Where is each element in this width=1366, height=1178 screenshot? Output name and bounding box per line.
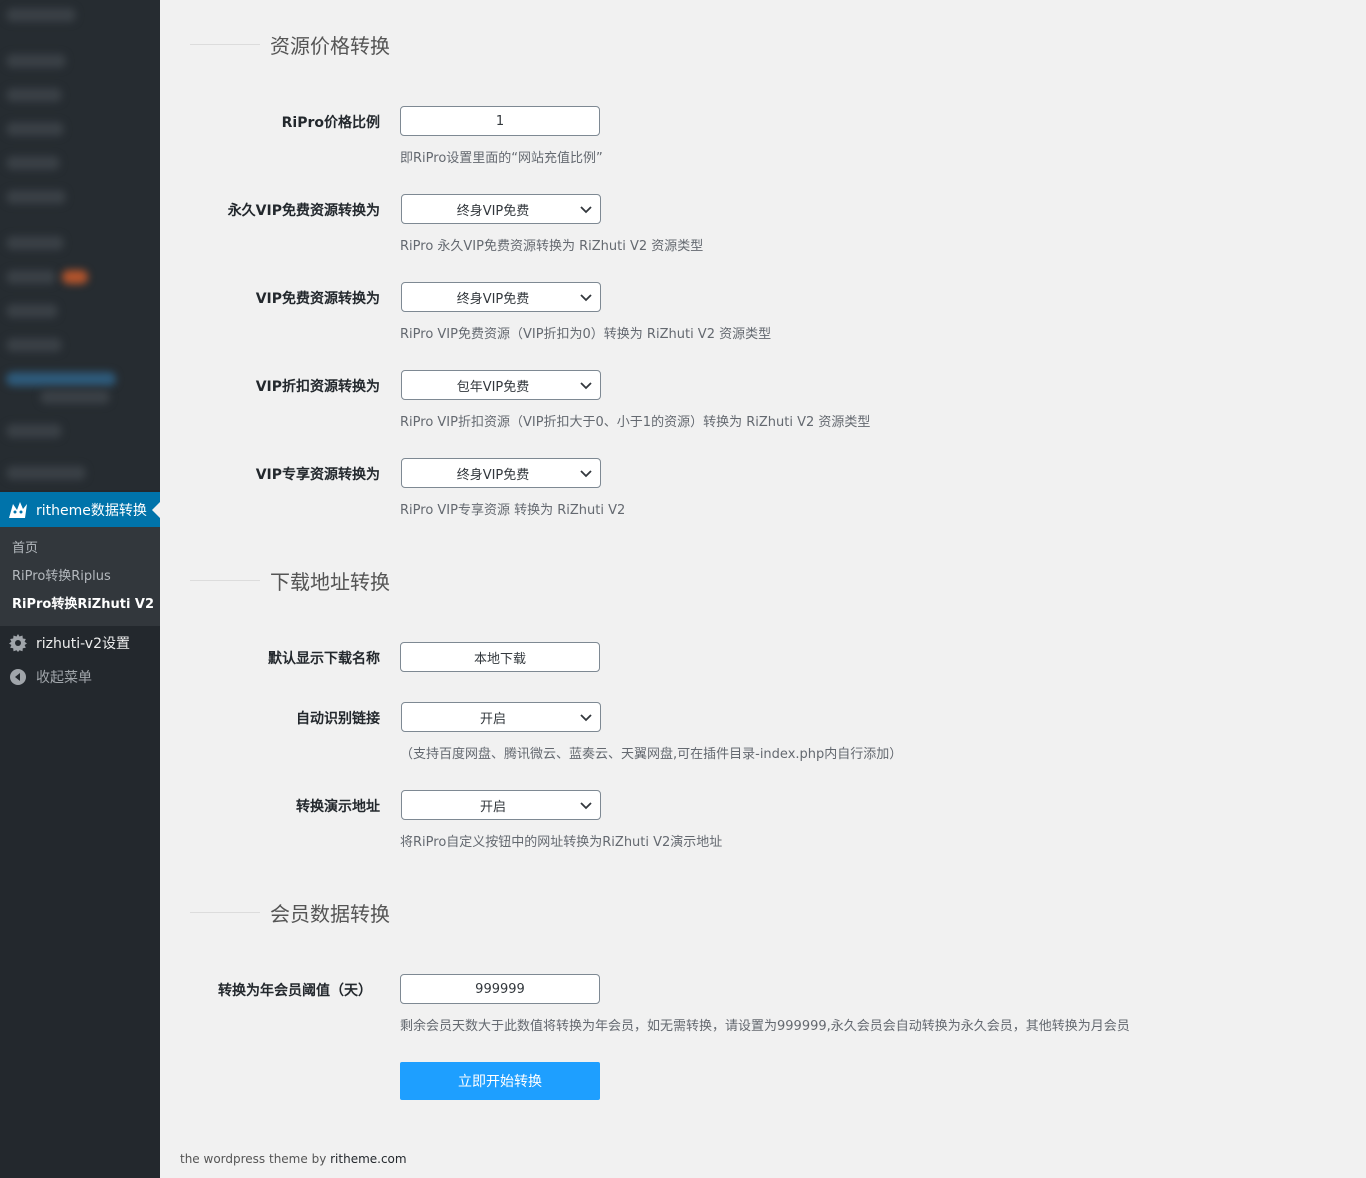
section-divider [190,580,260,581]
section-divider [190,44,260,45]
select-value: 开启 [479,711,506,727]
vip-exclusive-desc: RiPro VIP专享资源 转换为 RiZhuti V2 [400,503,626,518]
chevron-down-icon [580,379,592,395]
footer-link[interactable]: ritheme.com [330,1152,406,1166]
submenu-item-ripro-to-rizhuti[interactable]: RiPro转换RiZhuti V2 [0,591,160,619]
gear-icon [0,634,36,652]
start-convert-button[interactable]: 立即开始转换 [400,1062,600,1100]
footer: the wordpress theme by ritheme.com [180,1152,407,1166]
vip-discount-label: VIP折扣资源转换为 [255,379,380,395]
demo-url-label: 转换演示地址 [296,799,380,815]
auto-detect-desc: （支持百度网盘、腾讯微云、蓝奏云、天翼网盘,可在插件目录-index.php内自… [400,747,903,762]
section-heading: 资源价格转换 [270,34,390,58]
forever-free-label: 永久VIP免费资源转换为 [227,203,380,219]
member-threshold-label: 转换为年会员阈值（天） [218,983,372,999]
sidebar-item-label: ritheme数据转换 [36,502,147,519]
section-heading: 下载地址转换 [270,570,390,594]
select-value: 开启 [479,799,506,815]
download-name-label: 默认显示下载名称 [268,651,380,667]
sidebar-item-ritheme-convert[interactable]: ritheme数据转换 [0,492,160,527]
sidebar-submenu: 首页 RiPro转换Riplus RiPro转换RiZhuti V2 [0,527,160,626]
current-menu-arrow [152,502,160,518]
section-title-download: 下载地址转换 [190,566,390,595]
price-ratio-desc: 即RiPro设置里面的“网站充值比例” [400,151,603,166]
price-ratio-input[interactable] [400,106,600,136]
main-content: 资源价格转换 RiPro价格比例 即RiPro设置里面的“网站充值比例” 永久V… [160,0,1366,1178]
chevron-down-icon [580,203,592,219]
sidebar-collapse-button[interactable]: 收起菜单 [0,660,160,694]
vip-exclusive-select[interactable]: 终身VIP免费 [401,458,601,488]
section-divider [190,912,260,913]
submenu-item-home[interactable]: 首页 [0,535,160,563]
vip-discount-select[interactable]: 包年VIP免费 [401,370,601,400]
select-value: 终身VIP免费 [456,203,530,219]
select-value: 终身VIP免费 [456,467,530,483]
forever-free-desc: RiPro 永久VIP免费资源转换为 RiZhuti V2 资源类型 [400,239,704,254]
vip-free-label: VIP免费资源转换为 [255,291,380,307]
section-heading: 会员数据转换 [270,902,390,926]
select-value: 包年VIP免费 [456,379,530,395]
sidebar-blurred-menu [0,0,160,490]
sidebar-item-label: rizhuti-v2设置 [36,636,130,652]
vip-discount-desc: RiPro VIP折扣资源（VIP折扣大于0、小于1的资源）转换为 RiZhut… [400,415,871,430]
price-ratio-label: RiPro价格比例 [281,115,380,131]
footer-text: the wordpress theme by [180,1152,331,1166]
vip-exclusive-label: VIP专享资源转换为 [255,467,380,483]
sidebar-item-rizhuti-settings[interactable]: rizhuti-v2设置 [0,626,160,660]
auto-detect-select[interactable]: 开启 [401,702,601,732]
demo-url-desc: 将RiPro自定义按钮中的网址转换为RiZhuti V2演示地址 [400,835,723,850]
vip-free-desc: RiPro VIP免费资源（VIP折扣为0）转换为 RiZhuti V2 资源类… [400,327,772,342]
demo-url-select[interactable]: 开启 [401,790,601,820]
ritheme-logo-icon [0,500,36,520]
chevron-down-icon [580,291,592,307]
submenu-item-ripro-to-riplus[interactable]: RiPro转换Riplus [0,563,160,591]
select-value: 终身VIP免费 [456,291,530,307]
download-name-input[interactable] [400,642,600,672]
admin-sidebar: ritheme数据转换 首页 RiPro转换Riplus RiPro转换RiZh… [0,0,160,1178]
section-title-member: 会员数据转换 [190,898,390,927]
chevron-down-icon [580,711,592,727]
member-threshold-input[interactable] [400,974,600,1004]
chevron-down-icon [580,467,592,483]
sidebar-item-label: 收起菜单 [36,670,92,686]
member-threshold-desc: 剩余会员天数大于此数值将转换为年会员，如无需转换，请设置为999999,永久会员… [400,1019,1130,1034]
vip-free-select[interactable]: 终身VIP免费 [401,282,601,312]
chevron-down-icon [580,799,592,815]
collapse-icon [0,668,36,686]
section-title-price: 资源价格转换 [190,30,390,59]
forever-free-select[interactable]: 终身VIP免费 [401,194,601,224]
auto-detect-label: 自动识别链接 [296,711,380,727]
